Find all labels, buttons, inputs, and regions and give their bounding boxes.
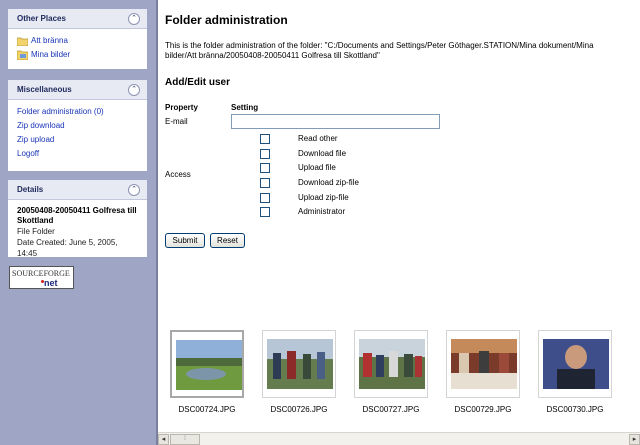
photo-landscape-pond [176, 340, 242, 390]
photo-golfers-group [267, 339, 333, 389]
thumbnail-caption: DSC00724.JPG [178, 405, 236, 414]
other-places-header[interactable]: Other Places ⌃ [8, 9, 147, 29]
collapse-chevron-icon[interactable]: ⌃ [128, 84, 140, 96]
logo-net-text: net [44, 278, 58, 288]
thumbnail-item[interactable]: DSC00729.JPG [446, 330, 520, 420]
email-label: E-mail [165, 117, 188, 126]
thumbnail-caption: DSC00726.JPG [270, 405, 328, 414]
details-title: Details [17, 185, 44, 194]
permission-upload-zip-file[interactable]: Upload zip-file [260, 192, 349, 204]
thumbnail-item[interactable]: DSC00730.JPG [538, 330, 612, 420]
details-date-created: Date Created: June 5, 2005, 14:45 [17, 238, 118, 258]
thumbnail-frame[interactable] [538, 330, 612, 398]
collapse-chevron-icon[interactable]: ⌃ [128, 184, 140, 196]
intro-text: This is the folder administration of the… [165, 41, 594, 60]
page-title: Folder administration [165, 13, 288, 27]
thumbnail-caption: DSC00727.JPG [362, 405, 420, 414]
permission-label: Upload zip-file [298, 193, 349, 202]
photo-golfers-carts [359, 339, 425, 389]
photo-restaurant-table [451, 339, 517, 389]
scroll-left-icon[interactable]: ◂ [158, 434, 169, 445]
checkbox[interactable] [260, 207, 270, 217]
permission-label: Read other [298, 134, 338, 143]
thumbnail-frame[interactable] [170, 330, 244, 398]
checkbox[interactable] [260, 134, 270, 144]
collapse-chevron-icon[interactable]: ⌃ [128, 13, 140, 25]
miscellaneous-panel: Miscellaneous ⌃ Folder administration (0… [8, 80, 147, 171]
details-folder-name: 20050408-20050411 Golfresa till Skottlan… [17, 206, 137, 225]
scrollbar-thumb[interactable]: ⁞ [170, 434, 200, 445]
miscellaneous-header[interactable]: Miscellaneous ⌃ [8, 80, 147, 100]
thumbnail-caption: DSC00730.JPG [546, 405, 604, 414]
details-panel: Details ⌃ 20050408-20050411 Golfresa til… [8, 180, 147, 258]
miscellaneous-title: Miscellaneous [17, 85, 72, 94]
checkbox[interactable] [260, 149, 270, 159]
permission-label: Upload file [298, 163, 336, 172]
checkbox[interactable] [260, 163, 270, 173]
thumbnail-frame[interactable] [262, 330, 336, 398]
submit-button[interactable]: Submit [165, 233, 205, 248]
thumbnail-item[interactable]: DSC00727.JPG [354, 330, 428, 420]
sidebar-item-label[interactable]: Mina bilder [31, 48, 70, 62]
sidebar-item-mina-bilder[interactable]: Mina bilder [17, 48, 138, 62]
other-places-panel: Other Places ⌃ Att bränna Mina bilder [8, 9, 147, 69]
checkbox[interactable] [260, 178, 270, 188]
folder-icon [17, 37, 28, 46]
sidebar-item-zip-upload[interactable]: Zip upload [17, 133, 138, 147]
sidebar-item-label[interactable]: Att bränna [31, 34, 68, 48]
permission-read-other[interactable]: Read other [260, 133, 338, 145]
column-header-property: Property [165, 103, 198, 112]
thumbnail-item[interactable]: DSC00724.JPG [170, 330, 244, 420]
sidebar-item-zip-download[interactable]: Zip download [17, 119, 138, 133]
permission-label: Download zip-file [298, 178, 359, 187]
main-content: Folder administration This is the folder… [156, 0, 640, 445]
reset-button[interactable]: Reset [210, 233, 245, 248]
sidebar: Other Places ⌃ Att bränna Mina bilder Mi… [0, 0, 156, 445]
access-label: Access [165, 170, 191, 179]
thumbnail-frame[interactable] [446, 330, 520, 398]
sidebar-item-folder-administration[interactable]: Folder administration (0) [17, 105, 138, 119]
thumbnail-caption: DSC00729.JPG [454, 405, 512, 414]
permission-label: Administrator [298, 207, 346, 216]
checkbox[interactable] [260, 193, 270, 203]
permission-download-zip-file[interactable]: Download zip-file [260, 177, 359, 189]
other-places-title: Other Places [17, 14, 66, 23]
pictures-folder-icon [17, 50, 28, 60]
sourceforge-logo[interactable]: SOURCEFORGE net [9, 266, 74, 289]
section-title: Add/Edit user [165, 77, 231, 88]
photo-portrait-man [543, 339, 609, 389]
scroll-right-icon[interactable]: ▸ [629, 434, 640, 445]
permission-administrator[interactable]: Administrator [260, 206, 345, 218]
permission-upload-file[interactable]: Upload file [260, 162, 336, 174]
details-folder-type: File Folder [17, 227, 55, 236]
permission-download-file[interactable]: Download file [260, 148, 346, 160]
logo-text: SOURCEFORGE [12, 269, 70, 278]
permission-label: Download file [298, 149, 347, 158]
column-header-setting: Setting [231, 103, 259, 112]
sidebar-item-att-branna[interactable]: Att bränna [17, 34, 138, 48]
thumbnail-gallery: DSC00724.JPG DSC00726.JPG DSC00727.JPG D… [165, 330, 640, 420]
thumbnail-item[interactable]: DSC00726.JPG [262, 330, 336, 420]
sidebar-item-logoff[interactable]: Logoff [17, 147, 138, 161]
email-field[interactable] [231, 114, 440, 129]
details-header[interactable]: Details ⌃ [8, 180, 147, 200]
thumbnail-frame[interactable] [354, 330, 428, 398]
horizontal-scrollbar[interactable]: ◂ ⁞ ▸ [158, 432, 640, 445]
